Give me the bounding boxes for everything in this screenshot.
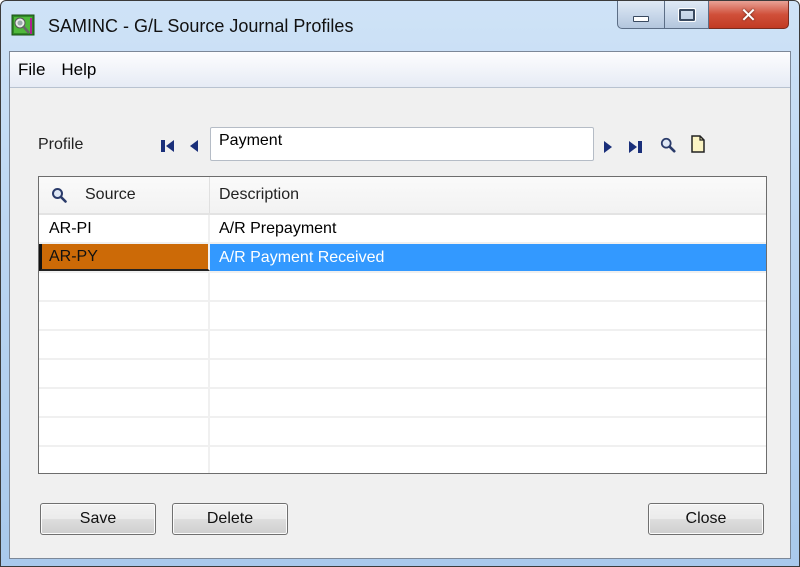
profile-app-icon <box>11 14 35 36</box>
cell-description[interactable] <box>210 447 766 473</box>
next-record-icon <box>604 141 612 153</box>
grid-body: AR-PI A/R Prepayment AR-PY A/R Payment Rece… <box>39 215 766 473</box>
minimize-icon <box>633 15 649 22</box>
table-row[interactable] <box>39 389 766 418</box>
table-row[interactable]: AR-PI A/R Prepayment <box>39 215 766 244</box>
save-button[interactable]: Save <box>40 503 156 535</box>
menu-file[interactable]: File <box>10 60 53 80</box>
new-document-icon <box>691 135 705 153</box>
column-label-source: Source <box>85 186 136 203</box>
cell-description[interactable]: A/R Prepayment <box>210 215 766 242</box>
profile-input[interactable] <box>210 127 594 161</box>
cell-source[interactable] <box>39 418 210 445</box>
close-button[interactable]: Close <box>648 503 764 535</box>
close-icon: ✕ <box>740 2 757 27</box>
profile-label: Profile <box>38 136 84 153</box>
cell-description[interactable]: A/R Payment Received <box>210 244 766 271</box>
next-record-button[interactable] <box>600 139 616 155</box>
cell-source[interactable]: AR-PI <box>39 215 210 242</box>
cell-description[interactable] <box>210 273 766 300</box>
table-row[interactable] <box>39 418 766 447</box>
source-grid[interactable]: Source Description AR-PI A/R Prepayment AR… <box>38 176 767 474</box>
caption-buttons: ✕ <box>617 1 789 29</box>
cell-source[interactable] <box>39 360 210 387</box>
finder-button[interactable] <box>660 137 676 153</box>
finder-icon <box>660 137 676 153</box>
maximize-icon <box>677 7 696 22</box>
table-row[interactable] <box>39 447 766 473</box>
new-record-button[interactable] <box>690 135 706 153</box>
first-record-button[interactable] <box>160 138 176 154</box>
title-bar[interactable]: SAMINC - G/L Source Journal Profiles ✕ <box>1 1 799 43</box>
delete-button[interactable]: Delete <box>172 503 288 535</box>
previous-record-icon <box>190 140 198 152</box>
maximize-button[interactable] <box>665 1 709 29</box>
cell-description[interactable] <box>210 331 766 358</box>
cell-description[interactable] <box>210 418 766 445</box>
cell-source[interactable] <box>39 389 210 416</box>
cell-source[interactable] <box>39 447 210 473</box>
last-record-button[interactable] <box>628 139 644 155</box>
first-record-icon <box>161 140 174 152</box>
last-record-icon <box>629 141 642 153</box>
cell-source[interactable] <box>39 273 210 300</box>
menu-help[interactable]: Help <box>53 60 104 80</box>
minimize-button[interactable] <box>617 1 665 29</box>
cell-source[interactable] <box>39 302 210 329</box>
window-title: SAMINC - G/L Source Journal Profiles <box>48 16 354 36</box>
column-header-source[interactable]: Source <box>39 177 210 213</box>
table-row[interactable]: AR-PY A/R Payment Received <box>39 244 766 273</box>
previous-record-button[interactable] <box>186 138 202 154</box>
application-window: SAMINC - G/L Source Journal Profiles ✕ F… <box>0 0 800 567</box>
cell-description[interactable] <box>210 389 766 416</box>
column-label-description: Description <box>219 186 300 203</box>
table-row[interactable] <box>39 331 766 360</box>
search-icon[interactable] <box>51 187 67 203</box>
table-row[interactable] <box>39 302 766 331</box>
cell-source[interactable]: AR-PY <box>39 244 210 271</box>
menu-bar: File Help <box>10 52 790 88</box>
close-window-button[interactable]: ✕ <box>709 1 789 29</box>
grid-header: Source Description <box>39 177 766 215</box>
client-area: File Help Profile Payment Source Descrip… <box>9 51 791 559</box>
cell-source[interactable] <box>39 331 210 358</box>
column-header-description[interactable]: Description <box>210 177 766 213</box>
table-row[interactable] <box>39 360 766 389</box>
cell-description[interactable] <box>210 302 766 329</box>
table-row[interactable] <box>39 273 766 302</box>
cell-description[interactable] <box>210 360 766 387</box>
